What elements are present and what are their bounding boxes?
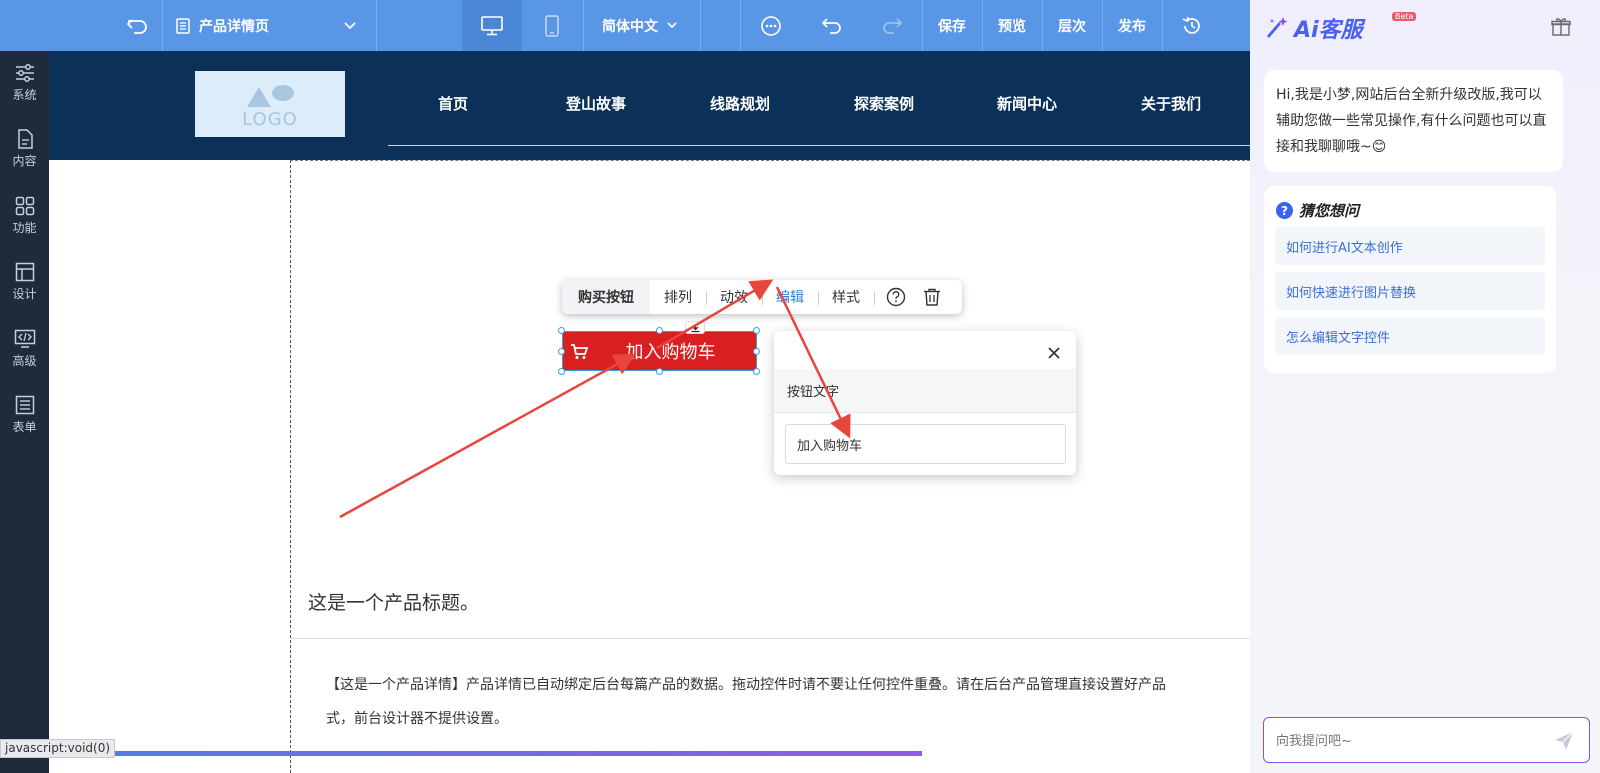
question-icon: ? (1276, 202, 1293, 219)
history-button[interactable] (1162, 0, 1222, 51)
more-button[interactable] (742, 0, 800, 51)
sidebar-item-label: 内容 (12, 154, 37, 168)
language-selector[interactable]: 简体中文 (590, 0, 690, 51)
page-selector[interactable]: 产品详情页 (175, 0, 365, 51)
sidebar-item-forms[interactable]: 表单 (0, 383, 49, 447)
loading-progress-bar (0, 751, 922, 756)
sidebar-item-system[interactable]: 系统 (0, 51, 49, 115)
left-sidebar: 系统 内容 功能 设计 高级 表单 (0, 51, 49, 773)
annotation-arrow (656, 279, 774, 350)
send-button[interactable] (1553, 730, 1575, 756)
code-icon (14, 329, 35, 348)
sliders-icon (15, 64, 34, 82)
history-icon (1182, 16, 1200, 34)
sidebar-item-label: 表单 (12, 420, 37, 434)
layers-label: 层次 (1058, 18, 1086, 35)
mobile-view-button[interactable] (522, 0, 582, 51)
save-label: 保存 (938, 18, 966, 35)
annotation-arrow (775, 286, 851, 439)
sidebar-item-label: 系统 (12, 88, 37, 102)
suggested-question-item[interactable]: 怎么编辑文字控件 (1275, 317, 1545, 355)
back-button[interactable] (112, 0, 162, 51)
send-icon (1555, 731, 1574, 750)
sidebar-item-content[interactable]: 内容 (0, 117, 49, 181)
undo-button[interactable] (802, 0, 862, 51)
suggested-question-item[interactable]: 如何快速进行图片替换 (1275, 272, 1545, 310)
mobile-icon (545, 14, 559, 37)
beta-badge: Beta (1392, 12, 1417, 21)
suggested-questions-card: ? 猜您想问 如何进行AI文本创作 如何快速进行图片替换 怎么编辑文字控件 (1264, 186, 1556, 373)
preview-label: 预览 (998, 18, 1026, 35)
desktop-view-button[interactable] (462, 0, 522, 51)
ai-assistant-panel: Ai客服 Beta Hi,我是小梦,网站后台全新升级改版,我可以辅助您做一些常见… (1250, 0, 1600, 773)
sidebar-item-label: 设计 (12, 287, 37, 301)
sidebar-item-features[interactable]: 功能 (0, 184, 49, 248)
sidebar-item-design[interactable]: 设计 (0, 250, 49, 314)
document-icon (17, 129, 33, 149)
ai-greeting-message: Hi,我是小梦,网站后台全新升级改版,我可以辅助您做一些常见操作,有什么问题也可… (1264, 70, 1563, 172)
sidebar-item-label: 高级 (12, 354, 37, 368)
grid-icon (15, 196, 34, 216)
publish-label: 发布 (1118, 18, 1146, 35)
chevron-down-icon (667, 21, 677, 28)
editor-toolbar: 产品详情页 简体中文 保存 预览 层次 发布 (0, 0, 1250, 51)
desktop-icon (481, 15, 503, 35)
redo-icon (883, 17, 903, 34)
gift-button[interactable] (1550, 16, 1572, 38)
language-label: 简体中文 (602, 18, 658, 35)
save-button[interactable]: 保存 (922, 0, 982, 51)
more-icon (761, 15, 781, 36)
publish-button[interactable]: 发布 (1102, 0, 1162, 51)
gift-icon (1551, 18, 1571, 36)
design-canvas[interactable]: LOGO 首页 登山故事 线路规划 探索案例 新闻中心 关于我们 购买按钮 排列… (49, 51, 1250, 773)
layers-button[interactable]: 层次 (1042, 0, 1102, 51)
annotation-arrows (339, 279, 851, 519)
preview-button[interactable]: 预览 (982, 0, 1042, 51)
suggested-question-item[interactable]: 如何进行AI文本创作 (1275, 227, 1545, 265)
suggested-questions-title: ? 猜您想问 (1276, 200, 1359, 221)
chevron-down-icon (344, 21, 356, 29)
magic-wand-icon (1266, 17, 1288, 38)
chat-input[interactable] (1276, 730, 1536, 752)
browser-status-bar: javascript:void(0) (0, 739, 116, 758)
ai-logo: Ai客服 Beta (1264, 12, 1417, 44)
page-icon (176, 17, 190, 34)
sidebar-item-label: 功能 (12, 221, 37, 235)
annotation-arrow (339, 353, 637, 519)
layout-icon (15, 262, 34, 282)
list-icon (15, 395, 34, 415)
sidebar-item-advanced[interactable]: 高级 (0, 317, 49, 381)
ai-title: Ai客服 (1294, 18, 1363, 43)
redo-button[interactable] (862, 0, 922, 51)
suggested-questions-label: 猜您想问 (1299, 202, 1360, 220)
undo-icon (821, 17, 841, 34)
back-arrow-icon (126, 18, 147, 34)
page-selector-label: 产品详情页 (199, 18, 269, 35)
chat-input-box (1263, 717, 1590, 763)
